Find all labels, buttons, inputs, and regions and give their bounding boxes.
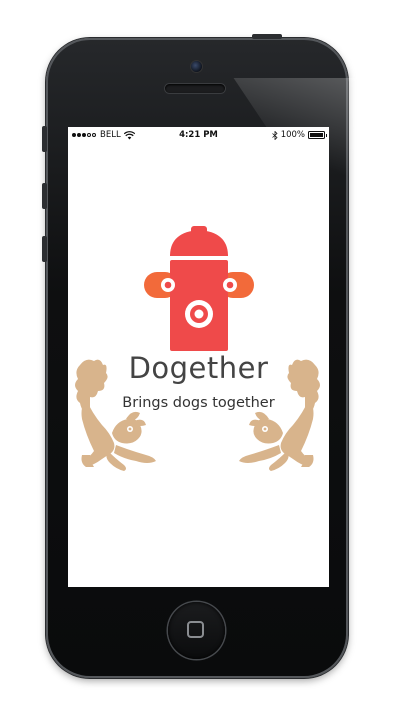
mute-switch bbox=[42, 126, 47, 152]
battery-icon bbox=[308, 131, 327, 139]
app-screen: BELL 4:21 PM 100% Dogether Brings dogs t… bbox=[68, 127, 329, 587]
status-bar: BELL 4:21 PM 100% bbox=[68, 127, 329, 143]
volume-down-button bbox=[42, 236, 47, 262]
volume-up-button bbox=[42, 183, 47, 209]
battery-percent: 100% bbox=[280, 130, 305, 140]
fire-hydrant-icon bbox=[144, 226, 254, 351]
bluetooth-icon bbox=[271, 130, 278, 140]
dog-icon bbox=[239, 359, 320, 471]
front-camera bbox=[191, 61, 202, 72]
status-right: 100% bbox=[271, 127, 327, 143]
home-button[interactable] bbox=[168, 602, 225, 659]
home-square-icon bbox=[187, 621, 204, 638]
earpiece-speaker bbox=[165, 84, 225, 93]
power-button bbox=[252, 34, 282, 39]
dog-icon bbox=[75, 359, 156, 471]
